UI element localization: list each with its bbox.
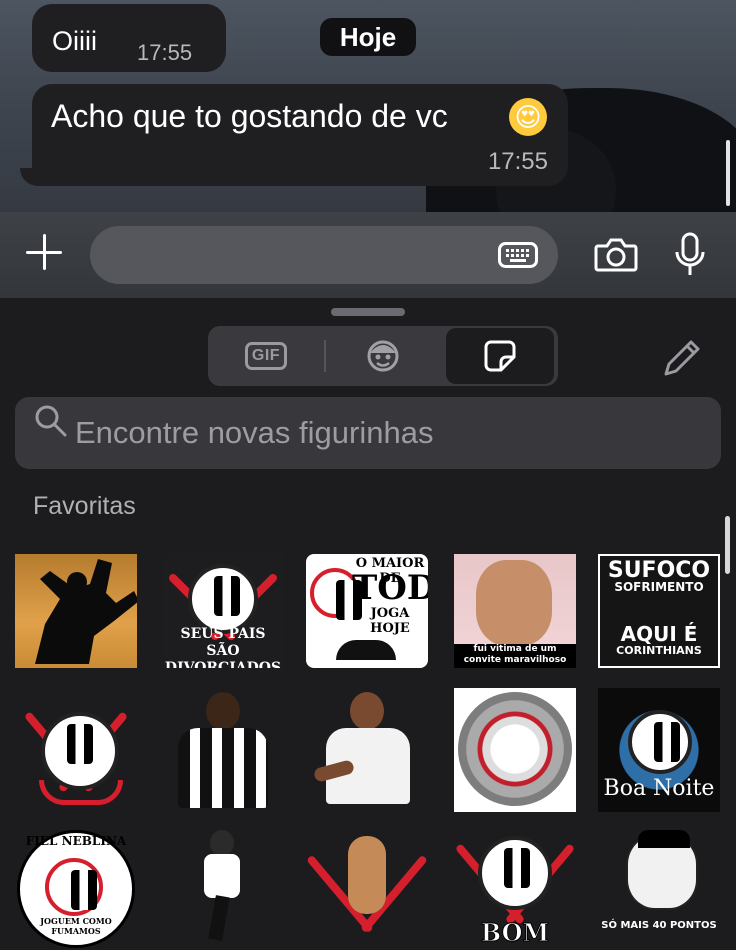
crest-graphic <box>478 836 552 910</box>
sticker-icon <box>484 340 516 372</box>
crest-graphic <box>41 712 119 790</box>
jersey-graphic <box>204 854 240 898</box>
input-bar <box>0 212 736 298</box>
so-mais-40-sticker[interactable]: SÓ MAIS 40 PONTOS <box>598 826 720 950</box>
sticker-caption: SÓ MAIS 40 PONTOS <box>601 920 717 931</box>
message-time: 17:55 <box>137 40 193 65</box>
message-bubble[interactable]: Oiiii 17:55 <box>32 4 226 72</box>
heart-eyes-emoji: 😍 <box>509 98 547 136</box>
media-tabs: GIF <box>208 326 558 386</box>
silhouette-image <box>35 559 137 664</box>
tab-stickers[interactable] <box>446 328 554 384</box>
sufoco-sticker[interactable]: SUFOCO SOFRIMENTO AQUI É CORINTHIANS <box>598 554 720 668</box>
sticker-caption: SEUS PAIS SÃO DIVORCIADOS <box>164 626 282 668</box>
maior-de-todos-sticker[interactable]: O MAIOR DE TODOS JOGA HOJE <box>306 554 428 668</box>
figure-graphic <box>348 836 386 914</box>
tab-gif[interactable]: GIF <box>208 326 324 386</box>
gif-icon: GIF <box>244 342 288 370</box>
crest-graphic <box>45 858 103 916</box>
ball-sticker[interactable] <box>454 688 576 812</box>
chat-background: Oiiii 17:55 Hoje Acho que to gostando de… <box>0 0 736 212</box>
boa-noite-sticker[interactable]: Boa Noite <box>598 688 720 812</box>
drag-handle[interactable] <box>331 308 405 316</box>
sticker-caption: Boa Noite <box>603 776 715 801</box>
sticker-caption: fui vitima de um convite maravilhoso <box>463 644 567 665</box>
microphone-icon[interactable] <box>674 232 706 278</box>
fui-vitima-sticker[interactable]: fui vitima de um convite maravilhoso <box>454 554 576 668</box>
message-text: Oiiii <box>52 26 97 56</box>
head-graphic <box>210 830 234 856</box>
message-time: 17:55 <box>487 148 548 175</box>
head-graphic <box>350 692 384 730</box>
sticker-caption-bottom2: CORINTHIANS <box>616 644 702 657</box>
crowd-graphic <box>336 640 396 660</box>
sticker-caption: BOM DIA... <box>477 918 554 950</box>
pencil-icon[interactable] <box>660 338 702 380</box>
head-graphic <box>206 692 240 730</box>
silhouette-sticker[interactable] <box>15 554 137 668</box>
sticker-panel: GIF Encontre novas figurinhas Favoritas … <box>0 298 736 950</box>
seus-pais-sticker[interactable]: SEUS PAIS SÃO DIVORCIADOS <box>162 554 284 668</box>
message-bubble[interactable]: Acho que to gostando de vc 😍 17:55 <box>32 84 568 186</box>
sticker-caption-bottom: AQUI É <box>620 622 698 646</box>
keyboard-icon[interactable] <box>498 242 538 268</box>
sticker-caption-bottom: JOGUEM COMO FUMAMOS <box>40 916 112 936</box>
message-input[interactable] <box>90 226 558 284</box>
bom-dia-sticker[interactable]: BOM DIA... <box>454 826 576 950</box>
player-sticker[interactable] <box>162 688 284 812</box>
search-placeholder: Encontre novas figurinhas <box>75 415 434 450</box>
face-graphic <box>476 560 552 646</box>
ball-graphic <box>458 692 572 806</box>
chat-scrollbar[interactable] <box>726 140 730 206</box>
kick-sticker[interactable] <box>162 826 284 950</box>
sticker-caption-top: FIEL NEBLINA <box>25 834 127 848</box>
cap-graphic <box>638 830 690 848</box>
avatar-icon <box>367 340 399 372</box>
panel-scrollbar[interactable] <box>725 516 730 574</box>
anchor-graphic <box>39 780 123 805</box>
camera-icon[interactable] <box>594 236 638 274</box>
date-chip: Hoje <box>320 18 416 56</box>
crest-graphic <box>628 710 692 774</box>
tab-avatar[interactable] <box>325 326 441 386</box>
fiel-nebulina-sticker[interactable]: FIEL NEBLINA JOGUEM COMO FUMAMOS <box>15 826 137 950</box>
message-text: Acho que to gostando de vc <box>51 98 448 134</box>
plus-icon[interactable] <box>26 234 62 270</box>
jersey-graphic <box>178 728 268 808</box>
sticker-search-input[interactable]: Encontre novas figurinhas <box>15 397 721 469</box>
sticker-caption-bottom: JOGA HOJE <box>370 606 410 636</box>
leg-graphic <box>208 895 230 941</box>
crest-figure-sticker[interactable] <box>306 826 428 950</box>
section-title: Favoritas <box>33 492 136 520</box>
crest-graphic <box>188 564 258 634</box>
sticker-caption-main: TODOS <box>352 568 428 608</box>
player-pointing-sticker[interactable] <box>306 688 428 812</box>
corinthians-crest-sticker[interactable] <box>15 688 137 812</box>
search-icon <box>35 405 67 437</box>
sticker-caption-top2: SOFRIMENTO <box>614 580 704 594</box>
